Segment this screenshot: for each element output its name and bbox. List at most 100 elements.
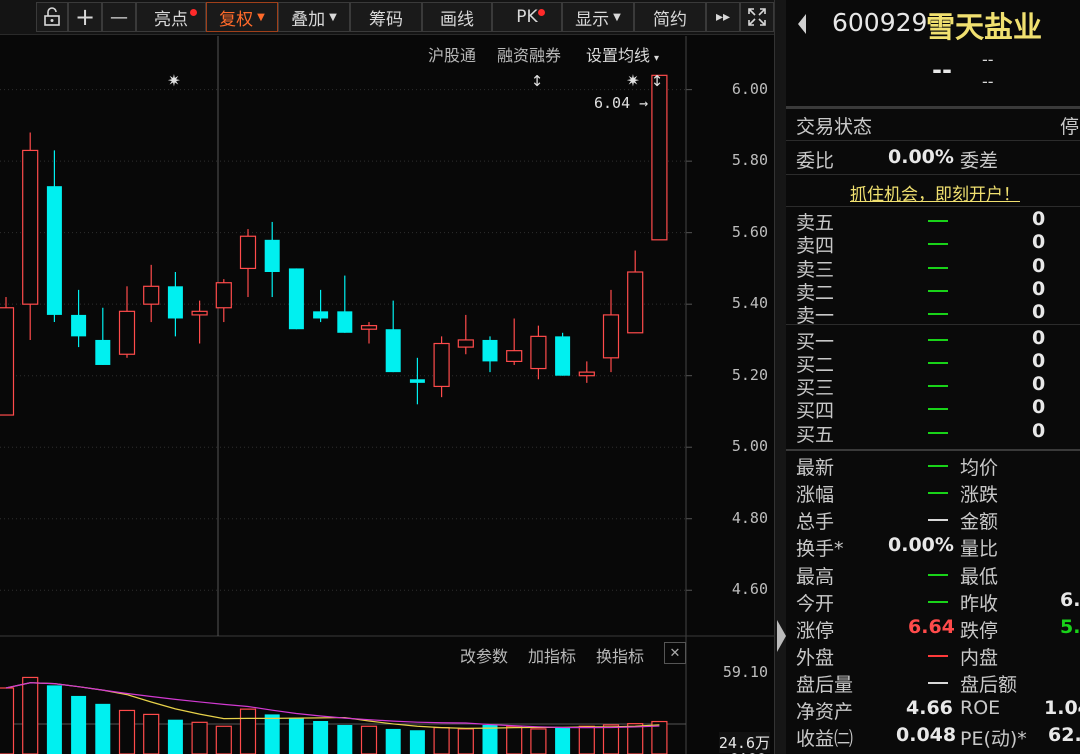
minus-icon: — (110, 6, 128, 28)
volume-current: 24.6万 (718, 732, 770, 753)
volume-bar-up (506, 725, 523, 754)
zoom-out-button[interactable]: — (102, 2, 136, 32)
candle-body-up (651, 74, 668, 241)
buy-level-volume: 0 (1032, 326, 1046, 349)
open-account-link[interactable]: 抓住机会，即刻开户！ (850, 180, 1020, 205)
overlay-label: 叠加 (291, 9, 326, 30)
zoom-in-button[interactable]: + (68, 2, 102, 32)
total-hands-empty (928, 519, 948, 521)
notification-dot (190, 9, 197, 16)
dividend-marker-icon: ↕ (531, 72, 544, 90)
simple-button[interactable]: 简约 (634, 2, 706, 32)
turnover-value: 0.00% (888, 534, 954, 556)
highlight-button[interactable]: 亮点 (136, 2, 206, 32)
avg-label: 均价 (960, 457, 999, 479)
sell-level-volume: 0 (1032, 254, 1046, 277)
latest-label: 最新 (796, 457, 835, 479)
swap-indicator-button[interactable]: 换指标 (596, 643, 644, 667)
volume-bar-down (313, 721, 329, 754)
dividend-marker-icon: ↕ (651, 72, 664, 90)
price-tick-label: 4.80 (731, 508, 768, 527)
highlight-label: 亮点 (154, 9, 188, 30)
outer-label: 外盘 (796, 647, 835, 669)
arrow-right-icon: → (639, 94, 649, 112)
chips-button[interactable]: 筹码 (350, 2, 422, 32)
buy-level-row: 买三 0 (786, 373, 1080, 399)
volume-bar-up (457, 728, 474, 754)
nav-value: 4.66 (906, 697, 953, 719)
volume-bar-down (409, 730, 425, 754)
display-label: 显示 (575, 9, 610, 30)
divider (786, 206, 1080, 207)
status-value: 停 (1060, 116, 1080, 138)
more-button[interactable]: ▸▸ (706, 2, 740, 32)
candle-body-up (239, 235, 257, 270)
divider (786, 174, 1080, 175)
back-arrow-icon[interactable] (796, 12, 808, 36)
volume-bar-down (167, 719, 183, 754)
sell-level-row: 卖五 0 (786, 208, 1080, 234)
candle-body-down (288, 268, 304, 330)
volume-bar-down (95, 703, 111, 754)
sell-level-price-empty (928, 266, 948, 269)
price-tick-label: 5.20 (731, 365, 768, 384)
weicha-label: 委差 (960, 150, 999, 172)
event-star-icon: ✷ (167, 71, 180, 90)
chart-area[interactable]: 沪股通 融资融券 设置均线▾ 0.00 ✷↕✷↕ 6.005.805.605.4… (0, 36, 774, 754)
restore-rights-button[interactable]: 复权 ▼ (206, 2, 278, 32)
amount-label: 金额 (960, 511, 999, 533)
vol-ratio-label: 量比 (960, 538, 999, 560)
fullscreen-icon[interactable] (740, 2, 774, 32)
chips-label: 筹码 (369, 9, 403, 30)
candle-body-up (433, 342, 450, 388)
latest-empty (928, 465, 948, 467)
candle-body-down (482, 339, 498, 362)
double-arrow-icon: ▸▸ (715, 9, 731, 25)
divider (786, 449, 1080, 451)
candle-body-up (22, 149, 39, 305)
caret-down-icon: ▼ (257, 11, 265, 23)
display-button[interactable]: 显示 ▼ (562, 2, 634, 32)
volume-bars (0, 676, 668, 754)
caret-down-icon: ▼ (329, 11, 337, 23)
draw-line-button[interactable]: 画线 (422, 2, 492, 32)
sell-level-volume: 0 (1032, 301, 1046, 324)
lock-icon[interactable] (36, 2, 68, 32)
roe-label: ROE (960, 697, 1001, 719)
candle-body-up (191, 310, 208, 316)
sell-level-price-empty (928, 243, 948, 246)
change-percent: -- (982, 72, 994, 91)
inner-label: 内盘 (960, 647, 999, 669)
volume-bar-up (215, 725, 232, 754)
eps-value: 0.048 (896, 724, 957, 746)
overlay-button[interactable]: 叠加 ▼ (278, 2, 350, 32)
sell-level-volume: 0 (1032, 208, 1046, 230)
close-indicator-icon[interactable]: ✕ (664, 642, 686, 664)
volume-axis-top: 59.10 (722, 663, 768, 681)
prev-close-label: 昨收 (960, 593, 999, 615)
candles (0, 74, 668, 416)
plus-icon: + (74, 3, 96, 31)
candlestick-chart[interactable]: 0.00 ✷↕✷↕ (0, 36, 774, 754)
sell-level-row: 卖四 0 (786, 231, 1080, 257)
chg-pct-empty (928, 492, 948, 494)
modify-params-button[interactable]: 改参数 (460, 643, 508, 667)
pk-button[interactable]: PK (492, 2, 562, 32)
high-label: 最高 (796, 566, 835, 588)
volume-bar-up (143, 713, 160, 754)
turnover-label: 换手* (796, 538, 844, 560)
event-markers: ✷ ↕ ✷ ↕ (167, 71, 663, 90)
buy-level-price-empty (928, 431, 948, 434)
open-empty (928, 601, 948, 603)
buy-level-volume: 0 (1032, 419, 1046, 442)
add-indicator-button[interactable]: 加指标 (528, 643, 576, 667)
volume-bar-up (22, 676, 39, 754)
buy-level-price-empty (928, 408, 948, 411)
volume-bar-up (433, 727, 450, 754)
sell-level-volume: 0 (1032, 231, 1046, 254)
candle-body-up (578, 371, 595, 377)
buy-level-volume: 0 (1032, 349, 1046, 372)
roe-value: 1.04 (1044, 697, 1080, 719)
candle-body-up (506, 350, 523, 362)
nav-label: 净资产 (796, 701, 854, 723)
